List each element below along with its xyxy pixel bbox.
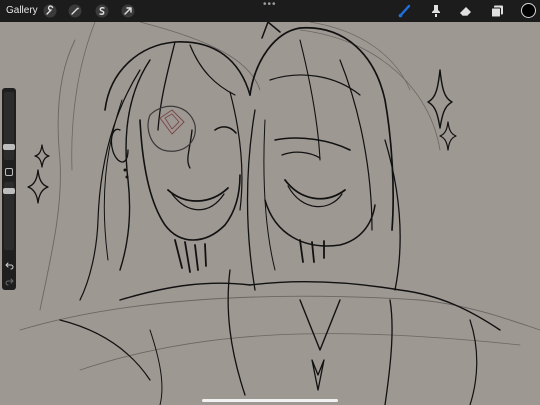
eraser-icon[interactable]	[458, 3, 474, 19]
modify-button[interactable]	[5, 168, 13, 176]
redo-icon[interactable]	[4, 276, 14, 286]
smudge-icon[interactable]	[428, 3, 444, 19]
brush-size-slider[interactable]	[3, 92, 15, 160]
top-toolbar: Gallery •••	[0, 0, 540, 22]
drawing-canvas[interactable]	[0, 22, 540, 405]
gallery-button[interactable]: Gallery	[6, 4, 38, 18]
transform-arrow-icon[interactable]	[120, 3, 136, 19]
brush-icon[interactable]	[397, 3, 413, 19]
undo-icon[interactable]	[4, 260, 14, 270]
selection-icon[interactable]	[94, 3, 110, 19]
opacity-slider[interactable]	[3, 182, 15, 250]
brush-sidebar	[2, 88, 16, 290]
brush-size-thumb[interactable]	[3, 144, 15, 150]
opacity-thumb[interactable]	[3, 188, 15, 194]
sketch-artwork	[19, 22, 540, 405]
color-swatch-button[interactable]	[521, 3, 536, 18]
wrench-icon[interactable]	[42, 3, 58, 19]
more-menu-dots[interactable]: •••	[263, 0, 277, 10]
magic-wand-icon[interactable]	[67, 3, 83, 19]
layers-icon[interactable]	[489, 3, 505, 19]
home-indicator	[202, 399, 338, 402]
